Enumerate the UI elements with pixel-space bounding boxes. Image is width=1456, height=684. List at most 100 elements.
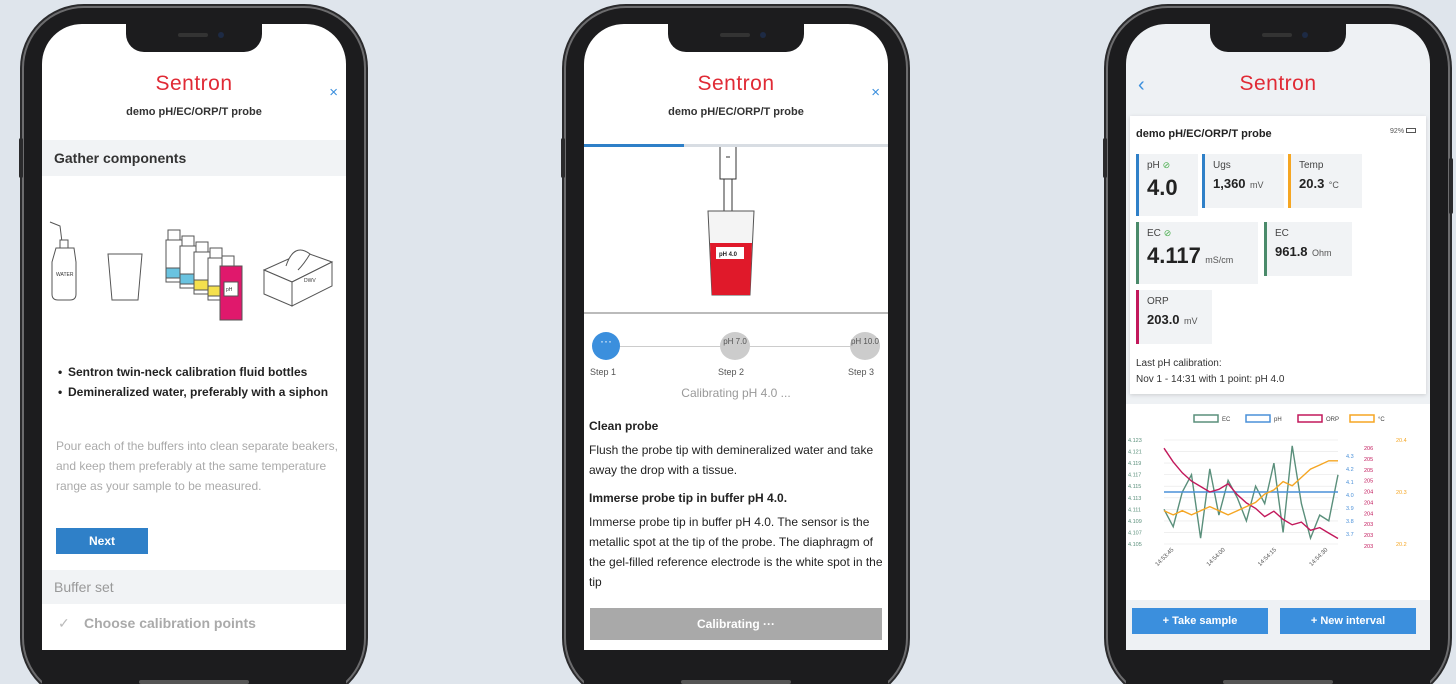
last-calibration: Last pH calibration: Nov 1 - 14:31 with … xyxy=(1136,356,1284,388)
measurement-card: demo pH/EC/ORP/T probe 92% pH ⊘ 4.0 Ugs … xyxy=(1130,116,1426,394)
ec-label: EC xyxy=(1147,228,1161,239)
tissue-box-icon: DWV xyxy=(262,249,334,307)
ec2-reading: 961.8 Ohm xyxy=(1275,243,1346,261)
next-button[interactable]: Next xyxy=(56,528,148,554)
home-indicator[interactable] xyxy=(681,680,791,684)
ph-axis-tick: 4.3 xyxy=(1346,454,1354,460)
ugs-reading: 1,360 mV xyxy=(1213,175,1278,193)
ph-value: 4.0 xyxy=(1147,175,1178,200)
clean-title: Clean probe xyxy=(589,419,659,433)
orp-label: ORP xyxy=(1147,296,1169,307)
x-axis-tick: 14:53:45 xyxy=(1155,547,1176,568)
brand-logo: Sentron xyxy=(697,72,775,95)
new-interval-button[interactable]: + New interval xyxy=(1280,608,1416,634)
choose-points-step[interactable]: ✓ Choose calibration points xyxy=(42,606,346,640)
illustration-label: WATER xyxy=(56,272,74,278)
ph-axis-tick: 3.7 xyxy=(1346,532,1354,538)
temp-tile[interactable]: Temp 20.3 °C xyxy=(1288,154,1362,208)
temp-unit: °C xyxy=(1328,180,1339,190)
orp-axis-tick: 203 xyxy=(1364,522,1373,528)
phone-3: ‹ Sentron demo pH/EC/ORP/T probe 92% pH … xyxy=(1103,8,1453,684)
ec-resistance-tile[interactable]: EC 961.8 Ohm xyxy=(1264,222,1352,276)
notch xyxy=(1210,24,1346,52)
immerse-text: Immerse probe tip in buffer pH 4.0. The … xyxy=(589,515,883,589)
legend-swatch xyxy=(1349,414,1375,423)
close-icon[interactable]: × xyxy=(329,84,338,101)
orp-axis-tick: 204 xyxy=(1364,511,1373,517)
temp-axis-tick: 20.4 xyxy=(1396,438,1407,444)
instructions-text: Pour each of the buffers into clean sepa… xyxy=(56,439,338,493)
legend-label: ORP xyxy=(1326,417,1339,423)
probe-name: demo pH/EC/ORP/T probe xyxy=(126,106,262,118)
home-indicator[interactable] xyxy=(139,680,249,684)
temp-label: Temp xyxy=(1299,160,1324,171)
x-axis-tick: 14:54:00 xyxy=(1206,547,1227,568)
temp-reading: 20.3 °C xyxy=(1299,175,1356,193)
choose-points-label: Choose calibration points xyxy=(84,615,256,631)
ph-tile-label: pH ⊘ xyxy=(1147,160,1192,171)
brand-logo: Sentron xyxy=(1239,72,1317,95)
buffer-set-step[interactable]: Buffer set xyxy=(42,570,346,604)
step-2-label: Step 2 xyxy=(718,367,745,377)
orp-axis-tick: 205 xyxy=(1364,468,1373,474)
ugs-tile[interactable]: Ugs 1,360 mV xyxy=(1202,154,1284,208)
home-area xyxy=(1126,650,1430,684)
ph-axis-tick: 4.0 xyxy=(1346,493,1354,499)
last-cal-label: Last pH calibration: xyxy=(1136,358,1222,369)
ec2-unit: Ohm xyxy=(1312,248,1332,258)
battery-status: 92% xyxy=(1390,128,1416,135)
list-item: Sentron twin-neck calibration fluid bott… xyxy=(58,362,338,382)
temp-axis-tick: 20.2 xyxy=(1396,542,1407,548)
home-indicator[interactable] xyxy=(1223,680,1333,684)
orp-axis-tick: 204 xyxy=(1364,490,1373,496)
ec-axis-tick: 4.121 xyxy=(1128,450,1142,456)
legend-label: °C xyxy=(1378,417,1385,423)
ph-axis-tick: 4.1 xyxy=(1346,480,1354,486)
step-3-indicator[interactable]: pH 10.0 xyxy=(850,332,880,360)
calibrating-button[interactable]: Calibrating ··· xyxy=(590,608,882,640)
battery-percent: 92% xyxy=(1390,128,1405,135)
ph-axis-tick: 4.2 xyxy=(1346,467,1354,473)
close-icon[interactable]: × xyxy=(871,84,880,101)
legend-swatch xyxy=(1193,414,1219,423)
ec-axis-tick: 4.111 xyxy=(1128,507,1141,513)
temp-value: 20.3 xyxy=(1299,176,1325,191)
ph-tile[interactable]: pH ⊘ 4.0 xyxy=(1136,154,1198,216)
components-illustration: WATER pH DWV xyxy=(49,221,334,321)
step-1-indicator[interactable]: ··· xyxy=(592,332,620,360)
orp-tile[interactable]: ORP 203.0 mV xyxy=(1136,290,1212,344)
ph-label: pH xyxy=(1147,160,1160,171)
take-sample-button[interactable]: + Take sample xyxy=(1132,608,1268,634)
series-line-ORP xyxy=(1163,447,1339,540)
last-cal-value: Nov 1 - 14:31 with 1 point: pH 4.0 xyxy=(1136,374,1285,385)
step-3-label: Step 3 xyxy=(848,367,875,377)
phone-2: Sentron × demo pH/EC/ORP/T probe pH 4.0 … xyxy=(561,8,906,684)
ec-axis-tick: 4.113 xyxy=(1128,496,1141,502)
illustration-label: pH xyxy=(226,287,233,293)
ok-check-icon: ⊘ xyxy=(1163,228,1172,238)
brand-logo: Sentron xyxy=(155,72,233,95)
ec-axis-tick: 4.109 xyxy=(1128,519,1142,525)
step-2-indicator[interactable]: pH 7.0 xyxy=(720,332,750,360)
legend-swatch xyxy=(1245,414,1271,423)
ec-axis-tick: 4.105 xyxy=(1128,542,1142,548)
orp-axis-tick: 206 xyxy=(1364,446,1373,452)
legend-swatch xyxy=(1297,414,1323,423)
probe-name: demo pH/EC/ORP/T probe xyxy=(1136,128,1272,140)
measurement-chart[interactable]: EC pH ORP °C 4.123 4.121 4.119 4.117 4.115 4.113 4… xyxy=(1126,404,1430,600)
calibrating-status: Calibrating pH 4.0 ... xyxy=(681,386,791,400)
probe-name: demo pH/EC/ORP/T probe xyxy=(668,106,804,118)
x-axis-tick: 14:54:30 xyxy=(1309,547,1330,568)
list-item: Demineralized water, preferably with a s… xyxy=(58,382,338,402)
ec-axis-tick: 4.117 xyxy=(1128,473,1141,479)
instructions-scroll[interactable]: Clean probe Flush the probe tip with dem… xyxy=(584,410,888,602)
ec-unit: mS/cm xyxy=(1205,255,1234,265)
immerse-title: Immerse probe tip in buffer pH 4.0. xyxy=(589,491,788,505)
beaker-illustration: pH 4.0 xyxy=(584,147,888,315)
ugs-label: Ugs xyxy=(1213,160,1231,171)
ec-tile[interactable]: EC ⊘ 4.117 mS/cm xyxy=(1136,222,1258,284)
section-title: Gather components xyxy=(42,140,346,176)
ec-axis-tick: 4.119 xyxy=(1128,461,1141,467)
beaker-icon: pH 4.0 xyxy=(707,210,755,296)
home-area xyxy=(42,650,346,684)
